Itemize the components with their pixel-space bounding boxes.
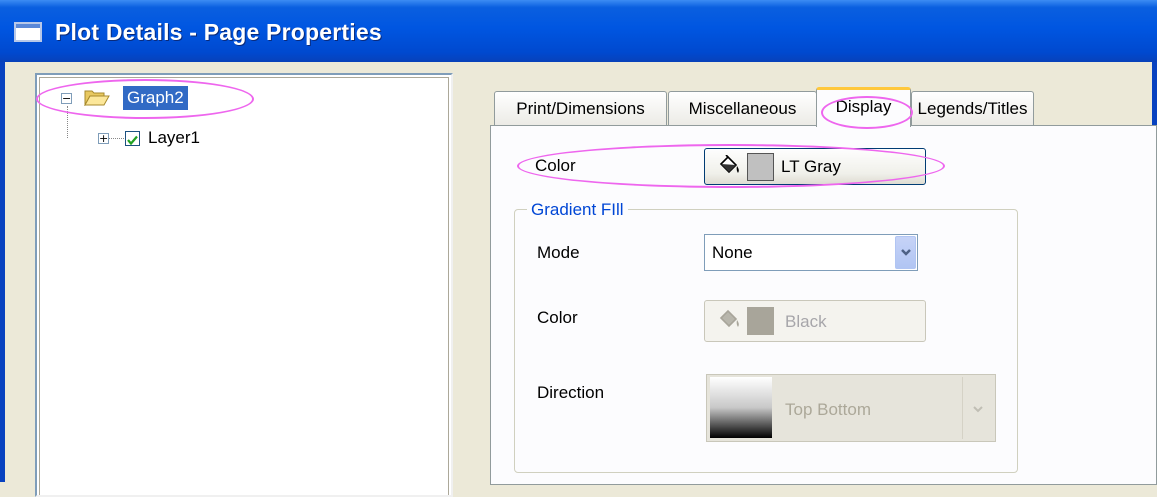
tab-print-dimensions[interactable]: Print/Dimensions bbox=[494, 91, 667, 125]
tab-legends-titles[interactable]: Legends/Titles bbox=[911, 91, 1034, 125]
direction-label: Direction bbox=[537, 383, 605, 402]
gradient-color-label: Color bbox=[537, 308, 578, 327]
window-frame-left bbox=[0, 62, 5, 482]
gradient-color-button[interactable]: Black bbox=[704, 300, 926, 342]
chevron-down-icon[interactable] bbox=[895, 236, 916, 269]
direction-value: Top Bottom bbox=[785, 400, 871, 419]
window-titlebar[interactable]: Plot Details - Page Properties bbox=[0, 0, 1157, 62]
mode-label: Mode bbox=[537, 243, 580, 262]
highlight-ellipse-display-tab bbox=[821, 96, 913, 129]
window-icon bbox=[14, 22, 42, 42]
gradient-preview bbox=[710, 377, 772, 438]
tab-miscellaneous[interactable]: Miscellaneous bbox=[668, 91, 817, 125]
checkmark-icon bbox=[127, 135, 138, 146]
gradient-fill-title: Gradient FIll bbox=[527, 200, 628, 220]
window-title: Plot Details - Page Properties bbox=[55, 19, 382, 45]
gradient-color-value: Black bbox=[785, 312, 827, 331]
mode-value: None bbox=[712, 243, 753, 262]
layer1-checkbox[interactable] bbox=[125, 131, 140, 146]
highlight-ellipse-graph2 bbox=[36, 79, 254, 119]
expand-icon[interactable]: + bbox=[98, 133, 109, 144]
gradient-color-swatch bbox=[747, 307, 774, 335]
chevron-down-icon[interactable] bbox=[962, 377, 993, 439]
tree-item-layer1[interactable]: Layer1 bbox=[148, 128, 200, 148]
mode-select[interactable]: None bbox=[704, 234, 918, 271]
highlight-ellipse-color bbox=[517, 144, 945, 188]
paint-bucket-icon bbox=[719, 309, 739, 328]
